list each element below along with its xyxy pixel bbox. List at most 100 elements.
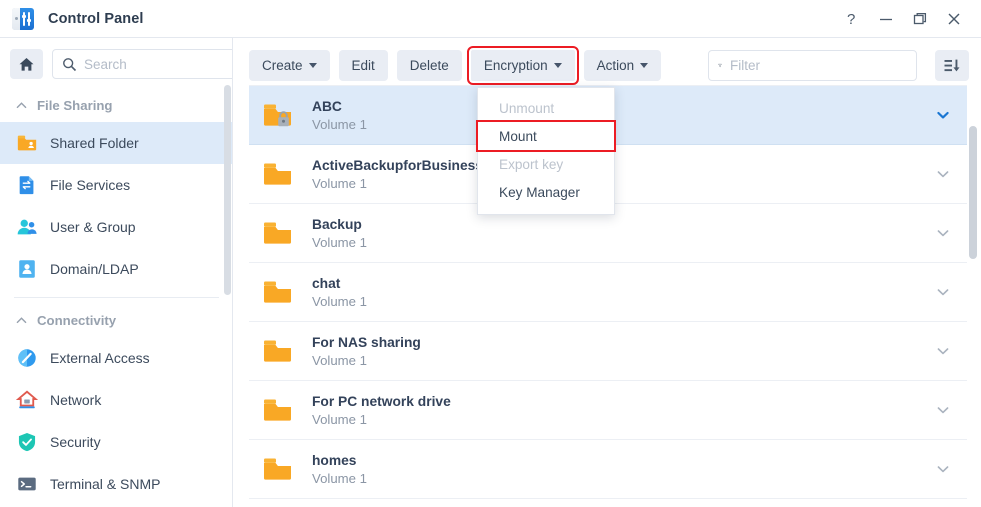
- expand-row-chevron-down-icon[interactable]: [936, 108, 950, 122]
- encryption-button-wrapper: Encryption: [466, 46, 579, 85]
- sidebar-item-security[interactable]: Security: [0, 421, 232, 463]
- filter-box[interactable]: [708, 50, 917, 81]
- menu-item-export-key: Export key: [499, 156, 564, 172]
- row-text: chat Volume 1: [312, 276, 367, 309]
- window-title: Control Panel: [48, 10, 144, 27]
- folder-volume: Volume 1: [312, 470, 367, 486]
- sidebar-group-label: Connectivity: [37, 313, 117, 328]
- chevron-up-icon: [16, 102, 27, 109]
- sidebar-scroll-area: File Sharing Shared Folder File Services: [0, 89, 232, 507]
- table-row[interactable]: homes Volume 1: [249, 440, 967, 499]
- folder-icon: [263, 397, 293, 423]
- sidebar-item-label: User & Group: [50, 219, 136, 235]
- security-shield-icon: [18, 433, 36, 452]
- sidebar-group-connectivity[interactable]: Connectivity: [0, 304, 232, 337]
- folder-icon: [263, 220, 293, 246]
- expand-row-chevron-down-icon[interactable]: [936, 403, 950, 417]
- table-row[interactable]: For NAS sharing Volume 1: [249, 322, 967, 381]
- home-icon: [19, 57, 34, 71]
- encrypted-folder-icon: [263, 102, 293, 128]
- chevron-down-icon: [308, 63, 317, 68]
- help-button[interactable]: ?: [835, 4, 869, 34]
- folder-icon: [263, 338, 293, 364]
- sidebar-item-network[interactable]: Network: [0, 379, 232, 421]
- folder-volume: Volume 1: [312, 293, 367, 309]
- expand-row-chevron-down-icon[interactable]: [936, 462, 950, 476]
- sidebar-item-terminal-snmp[interactable]: Terminal & SNMP: [0, 463, 232, 505]
- terminal-snmp-icon: [18, 477, 36, 491]
- expand-row-chevron-down-icon[interactable]: [936, 285, 950, 299]
- sidebar-item-user-group[interactable]: User & Group: [0, 206, 232, 248]
- sidebar-item-shared-folder[interactable]: Shared Folder: [0, 122, 232, 164]
- minimize-button[interactable]: [869, 4, 903, 34]
- sidebar-item-label: Security: [50, 434, 101, 450]
- sidebar-divider: [14, 297, 219, 298]
- external-access-icon: [18, 349, 36, 367]
- shared-folder-icon: [17, 135, 37, 151]
- sidebar-scrollbar[interactable]: [224, 85, 231, 295]
- table-row[interactable]: chat Volume 1: [249, 263, 967, 322]
- sidebar-search-box[interactable]: [52, 49, 232, 79]
- folder-name: For NAS sharing: [312, 334, 421, 350]
- main-scrollbar[interactable]: [969, 126, 977, 259]
- network-icon: [16, 390, 38, 409]
- folder-icon: [263, 161, 293, 187]
- folder-name: ActiveBackupforBusiness: [312, 157, 483, 173]
- encryption-button[interactable]: Encryption: [466, 46, 579, 85]
- folder-volume: Volume 1: [312, 352, 367, 368]
- encryption-dropdown-menu: Unmount Mount Export key Key Manager: [476, 87, 616, 215]
- row-text: For NAS sharing Volume 1: [312, 335, 421, 368]
- menu-item-unmount: Unmount: [499, 100, 555, 116]
- expand-row-chevron-down-icon[interactable]: [936, 344, 950, 358]
- sidebar: File Sharing Shared Folder File Services: [0, 38, 233, 507]
- chevron-down-icon: [640, 63, 649, 68]
- control-panel-icon: [12, 7, 34, 30]
- sidebar-item-external-access[interactable]: External Access: [0, 337, 232, 379]
- folder-name: homes: [312, 452, 357, 468]
- row-text: Backup Volume 1: [312, 217, 367, 250]
- sort-button[interactable]: [935, 50, 969, 81]
- maximize-button[interactable]: [903, 4, 937, 34]
- toolbar: Create Edit Delete Encryption Action: [234, 38, 981, 92]
- svg-text:?: ?: [847, 11, 855, 27]
- folder-volume: Volume 1: [312, 411, 367, 427]
- sort-icon: [944, 59, 960, 71]
- create-button[interactable]: Create: [249, 50, 330, 81]
- sidebar-item-domain-ldap[interactable]: Domain/LDAP: [0, 248, 232, 290]
- menu-item-mount[interactable]: Mount: [476, 120, 616, 152]
- delete-button[interactable]: Delete: [396, 50, 462, 81]
- sidebar-item-label: Network: [50, 392, 102, 408]
- edit-button[interactable]: Edit: [338, 50, 388, 81]
- menu-item-key-manager[interactable]: Key Manager: [478, 178, 614, 206]
- folder-name: For PC network drive: [312, 393, 451, 409]
- create-label: Create: [262, 58, 303, 73]
- search-icon: [63, 57, 77, 71]
- table-row[interactable]: For PC network drive Volume 1: [249, 381, 967, 440]
- folder-icon: [263, 279, 293, 305]
- chevron-up-icon: [16, 317, 27, 324]
- sidebar-item-label: Terminal & SNMP: [50, 476, 161, 492]
- encryption-label: Encryption: [483, 58, 548, 73]
- search-input[interactable]: [84, 56, 232, 72]
- sidebar-item-label: Shared Folder: [50, 135, 139, 151]
- filter-input[interactable]: [730, 58, 907, 73]
- domain-ldap-icon: [19, 260, 35, 278]
- folder-volume: Volume 1: [312, 175, 367, 191]
- close-button[interactable]: [937, 4, 971, 34]
- home-button[interactable]: [10, 49, 43, 79]
- filter-icon: [718, 63, 722, 68]
- expand-row-chevron-down-icon[interactable]: [936, 167, 950, 181]
- chevron-down-icon: [553, 63, 562, 68]
- folder-name: ABC: [312, 98, 342, 114]
- folder-name: Backup: [312, 216, 362, 232]
- expand-row-chevron-down-icon[interactable]: [936, 226, 950, 240]
- file-services-icon: [19, 176, 34, 195]
- sidebar-group-file-sharing[interactable]: File Sharing: [0, 89, 232, 122]
- row-text: homes Volume 1: [312, 453, 367, 486]
- sidebar-item-label: External Access: [50, 350, 150, 366]
- action-button[interactable]: Action: [583, 50, 662, 81]
- folder-volume: Volume 1: [312, 234, 367, 250]
- action-label: Action: [596, 58, 635, 73]
- sidebar-search-row: [0, 38, 232, 89]
- sidebar-item-file-services[interactable]: File Services: [0, 164, 232, 206]
